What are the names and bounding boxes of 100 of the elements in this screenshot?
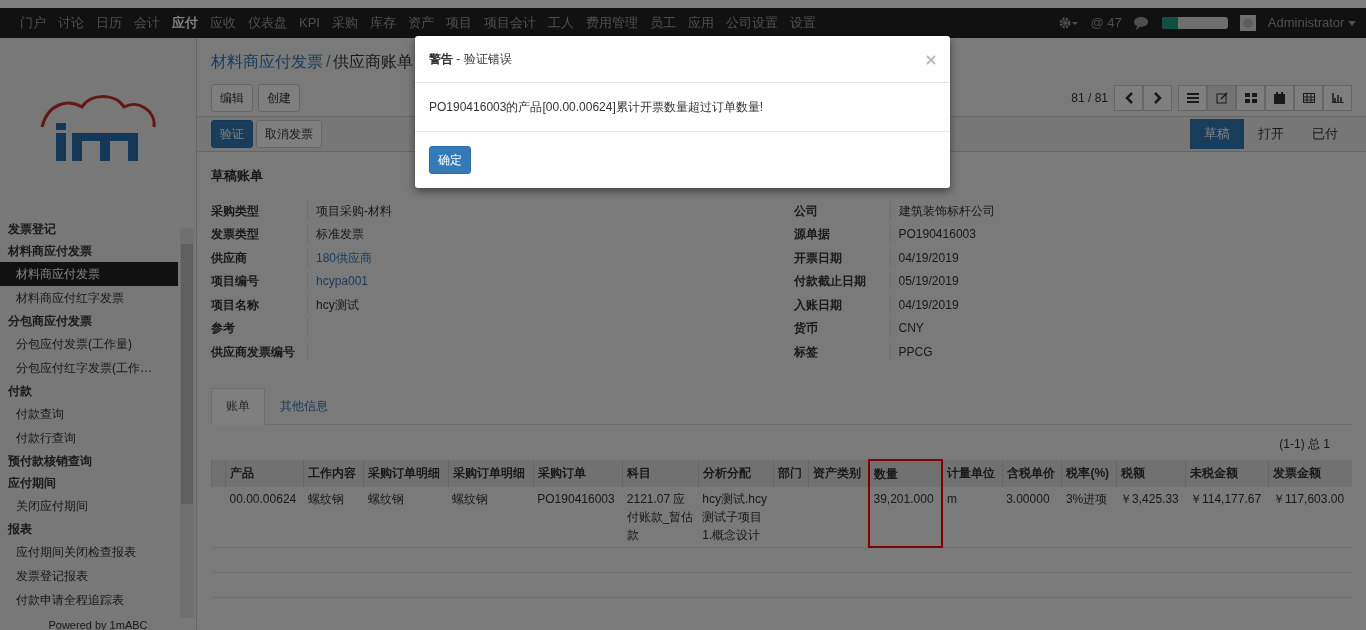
menu-item[interactable]: 讨论 [52, 13, 90, 33]
form-title: 草稿账单 [211, 166, 264, 185]
status-step[interactable]: 已付 [1298, 119, 1352, 149]
sidebar-heading: 预付款核销查询 [7, 453, 93, 470]
column-header: 发票金额 [1268, 459, 1352, 487]
column-header: 计量单位 [941, 459, 1003, 487]
column-header: 采购订单 [533, 459, 623, 487]
breadcrumb-current: 供应商账单 [333, 53, 414, 70]
column-header: 数量 [868, 459, 942, 487]
field-link[interactable]: hcypa001 [308, 272, 369, 291]
toolbar-button[interactable]: 编辑 [211, 84, 253, 112]
confirm-button[interactable]: 确定 [429, 146, 471, 174]
action-button[interactable]: 取消发票 [256, 119, 322, 148]
table-cell: 3%进项 [1061, 486, 1117, 547]
sidebar-item[interactable]: 应付期间关闭检查报表 [0, 540, 178, 564]
field-label: 付款截止日期 [793, 272, 891, 291]
menu-item[interactable]: 设置 [783, 13, 822, 33]
menu-item[interactable]: 费用管理 [579, 13, 644, 33]
user-menu[interactable]: Administrator [1267, 13, 1356, 33]
column-header: 产品 [225, 459, 304, 487]
field-label: 入账日期 [793, 295, 891, 314]
column-header: 部门 [773, 459, 809, 487]
field-value: PO190416003 [897, 226, 976, 244]
chevron-right-icon [1153, 92, 1162, 104]
sidebar-item[interactable]: 材料商应付发票 [0, 262, 178, 286]
kanban-view-button[interactable] [1236, 85, 1265, 111]
menu-item[interactable]: 工人 [541, 13, 580, 33]
sidebar-item[interactable]: 发票登记报表 [0, 564, 178, 588]
list-view-button[interactable] [1178, 85, 1207, 111]
menu-item[interactable]: 项目 [439, 13, 478, 33]
toolbar-button[interactable]: 创建 [258, 84, 300, 112]
sidebar-item[interactable]: 分包应付红字发票(工作… [0, 356, 178, 380]
sidebar-item[interactable]: 付款行查询 [0, 426, 178, 450]
table-cell: hcy测试.hcy测试子项目1.概念设计 [698, 486, 774, 547]
table-icon [1302, 93, 1315, 103]
table-cell: ￥114,177.67 [1185, 486, 1269, 547]
status-step[interactable]: 打开 [1244, 119, 1298, 149]
list-icon [1186, 93, 1199, 103]
bar-chart-icon [1331, 93, 1344, 103]
field-label: 项目编号 [211, 272, 308, 291]
sidebar-item[interactable]: 关闭应付期间 [0, 494, 178, 518]
sidebar-item[interactable]: 分包应付发票(工作量) [0, 332, 178, 356]
field-value: 05/19/2019 [897, 273, 959, 291]
sidebar-heading: 报表 [7, 521, 33, 538]
field-label: 标签 [793, 342, 891, 361]
column-header: 税额 [1116, 459, 1186, 487]
chart-view-button[interactable] [1323, 85, 1352, 111]
menu-item[interactable]: 应用 [681, 13, 720, 33]
record-count: (1-1) 总 1 [1278, 435, 1331, 453]
menu-item[interactable]: 日历 [90, 13, 128, 33]
column-header: 含税单价 [1002, 459, 1062, 487]
sidebar-item[interactable]: 付款查询 [0, 402, 178, 426]
table-cell: 螺纹钢 [303, 486, 364, 547]
previous-button[interactable] [1114, 85, 1143, 111]
field-value: 标准发票 [315, 226, 364, 244]
sidebar-item[interactable]: 付款申请全程追踪表 [0, 588, 178, 612]
field-value: 项目采购-材料 [315, 202, 392, 220]
dialog-title: 警告 - 验证错误 [429, 51, 512, 68]
menu-item[interactable]: 仪表盘 [242, 13, 293, 33]
menu-item[interactable]: 会计 [128, 13, 166, 33]
table-cell: PO190416003 [533, 486, 623, 547]
sidebar-item[interactable]: 材料商应付红字发票 [0, 286, 178, 310]
menu-item[interactable]: 库存 [363, 13, 402, 33]
column-header: 工作内容 [303, 459, 364, 487]
field-label: 公司 [793, 201, 891, 220]
calendar-icon [1274, 92, 1285, 104]
column-header: 采购订单明细 [363, 459, 449, 487]
menu-item[interactable]: 应收 [204, 13, 242, 33]
menu-item[interactable]: KPI [293, 13, 326, 33]
sidebar-heading: 应付期间 [7, 475, 57, 492]
status-step[interactable]: 草稿 [1190, 119, 1244, 149]
table-cell: ￥3,425.33 [1116, 486, 1186, 547]
field-link[interactable]: 180供应商 [308, 248, 373, 267]
table-cell: m [941, 486, 1003, 547]
dialog-message: PO190416003的产品[00.00.00624]累计开票数量超过订单数量! [415, 83, 950, 132]
sidebar-heading: 分包商应付发票 [7, 313, 93, 330]
field-label: 开票日期 [793, 248, 891, 267]
pager-text: 81 / 81 [1071, 90, 1108, 107]
menu-item[interactable]: 应付 [166, 13, 204, 33]
tab[interactable]: 其他信息 [265, 387, 343, 424]
progress-bar [1161, 17, 1228, 29]
field-label: 参考 [211, 319, 308, 338]
table-cell: ￥117,603.00 [1268, 486, 1352, 547]
menu-item[interactable]: 采购 [325, 13, 364, 33]
table-cell: 00.00.00624 [225, 486, 304, 547]
calendar-view-button[interactable] [1265, 85, 1294, 111]
menu-item[interactable]: 资产 [401, 13, 440, 33]
field-label: 供应商 [211, 248, 308, 267]
pivot-view-button[interactable] [1294, 85, 1323, 111]
menu-item[interactable]: 项目会计 [477, 13, 542, 33]
field-label: 采购类型 [211, 201, 308, 220]
field-label: 货币 [793, 319, 891, 338]
column-header: 分析分配 [698, 459, 774, 487]
next-button[interactable] [1143, 85, 1172, 111]
tab[interactable]: 账单 [211, 387, 265, 425]
avatar-icon [1239, 15, 1256, 31]
breadcrumb-link[interactable]: 材料商应付发票 [211, 53, 323, 70]
field-value: 04/19/2019 [897, 296, 959, 314]
action-button[interactable]: 验证 [211, 119, 253, 148]
mentions-counter[interactable]: @ 47 [1090, 13, 1122, 33]
